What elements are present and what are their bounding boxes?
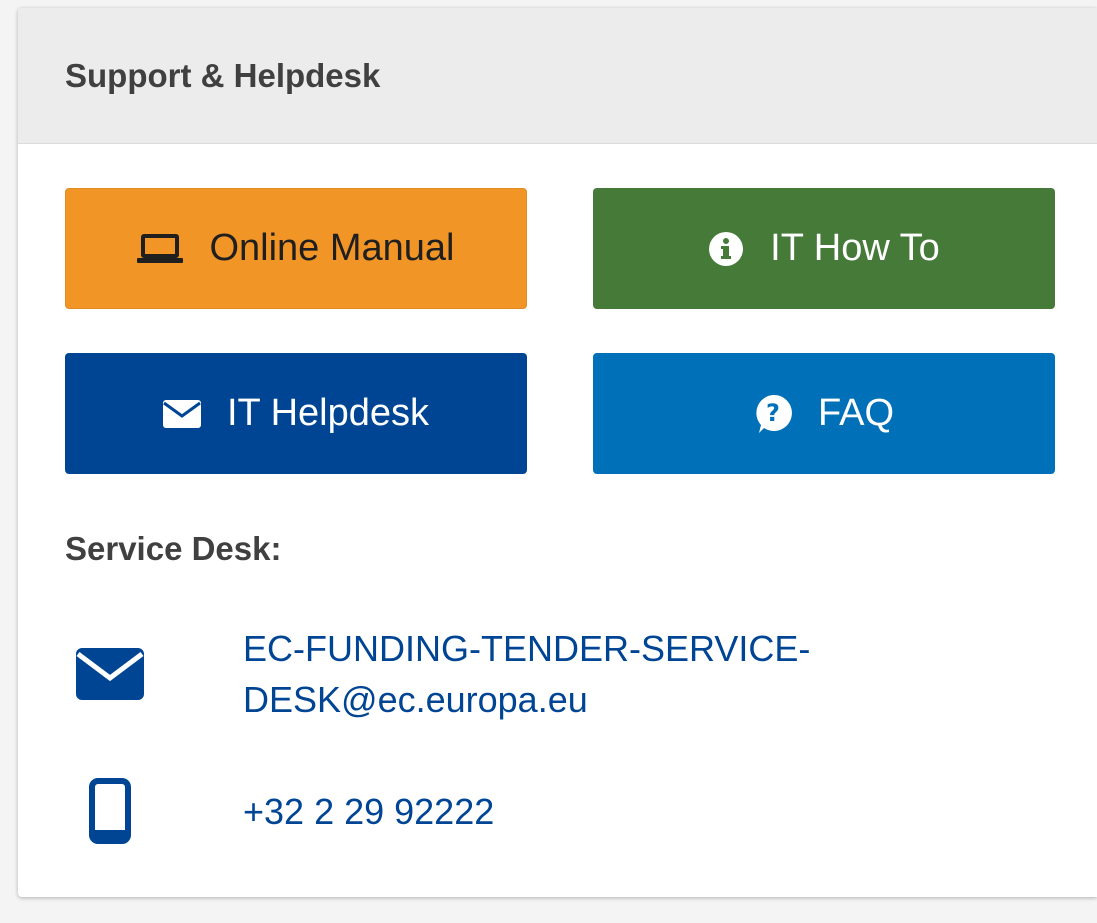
service-desk-phone-row: +32 2 29 92222 — [65, 778, 494, 844]
it-helpdesk-button[interactable]: IT Helpdesk — [65, 353, 527, 474]
email-line-1: EC-FUNDING-TENDER-SERVICE- — [243, 628, 811, 669]
it-how-to-label: IT How To — [770, 227, 940, 269]
service-desk-phone-link[interactable]: +32 2 29 92222 — [243, 786, 494, 837]
laptop-icon — [137, 233, 184, 264]
it-how-to-button[interactable]: IT How To — [593, 188, 1055, 309]
service-desk-email-row: EC-FUNDING-TENDER-SERVICE- DESK@ec.europ… — [65, 623, 1003, 725]
mobile-phone-icon — [65, 778, 155, 844]
online-manual-button[interactable]: Online Manual — [65, 188, 527, 309]
info-circle-icon — [708, 231, 744, 267]
svg-text:?: ? — [766, 399, 780, 427]
online-manual-label: Online Manual — [209, 227, 455, 269]
card-title: Support & Helpdesk — [65, 56, 381, 94]
it-helpdesk-label: IT Helpdesk — [226, 392, 430, 434]
service-desk-title: Service Desk: — [65, 530, 282, 567]
service-desk-email-link[interactable]: EC-FUNDING-TENDER-SERVICE- DESK@ec.europ… — [243, 623, 1003, 725]
support-helpdesk-card: Support & Helpdesk Online Manual IT How … — [18, 8, 1097, 897]
email-line-2: DESK@ec.europa.eu — [243, 679, 588, 720]
envelope-icon — [162, 399, 201, 428]
question-circle-icon: ? — [754, 394, 792, 434]
card-header: Support & Helpdesk — [18, 8, 1097, 144]
faq-label: FAQ — [817, 392, 895, 434]
faq-button[interactable]: ? FAQ — [593, 353, 1055, 474]
envelope-icon — [65, 648, 155, 700]
